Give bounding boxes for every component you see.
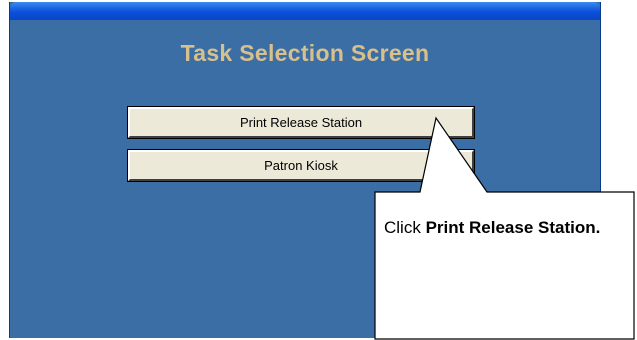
instruction-callout (374, 116, 635, 340)
callout-emphasis: Print Release Station. (425, 218, 601, 237)
callout-prefix: Click (384, 218, 426, 237)
screenshot-stage: Task Selection Screen Print Release Stat… (0, 0, 637, 340)
callout-instruction-text: Click Print Release Station. (384, 214, 620, 241)
